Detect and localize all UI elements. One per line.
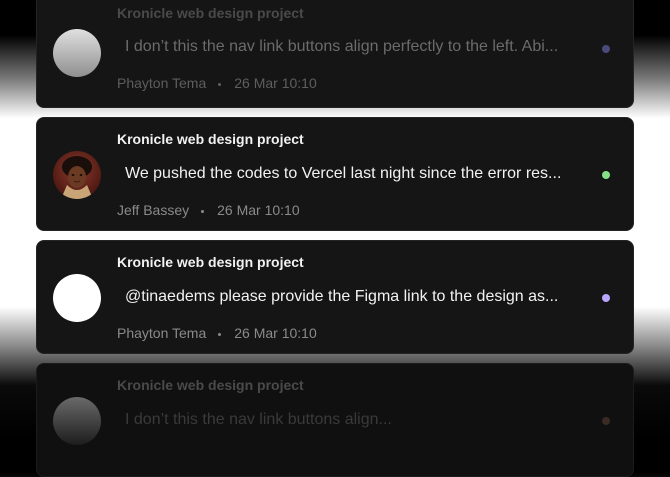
project-name: Kronicle web design project <box>117 254 304 270</box>
notification-card[interactable]: Kronicle web design project I don’t this… <box>36 363 634 477</box>
status-dot <box>602 294 610 302</box>
project-name: Kronicle web design project <box>117 131 304 147</box>
separator-dot <box>218 82 222 86</box>
message-meta: Phayton Tema 26 Mar 10:10 <box>117 325 317 341</box>
notification-card[interactable]: Kronicle web design project We pushed th… <box>36 117 634 231</box>
avatar <box>53 29 101 77</box>
notification-card[interactable]: Kronicle web design project I don’t this… <box>36 0 634 108</box>
avatar <box>53 151 101 199</box>
message-preview: @tinaedems please provide the Figma link… <box>125 288 559 305</box>
author-name: Jeff Bassey <box>117 202 190 218</box>
timestamp: 26 Mar 10:10 <box>217 202 300 218</box>
message-meta: Phayton Tema 26 Mar 10:10 <box>117 75 317 91</box>
project-name: Kronicle web design project <box>117 5 304 21</box>
status-dot <box>602 45 610 53</box>
project-name: Kronicle web design project <box>117 377 304 393</box>
author-name: Phayton Tema <box>117 325 207 341</box>
avatar-photo-icon <box>53 151 101 199</box>
avatar <box>53 274 101 322</box>
separator-dot <box>218 332 222 336</box>
message-meta: Jeff Bassey 26 Mar 10:10 <box>117 202 300 218</box>
timestamp: 26 Mar 10:10 <box>234 325 317 341</box>
separator-dot <box>201 209 205 213</box>
author-name: Phayton Tema <box>117 75 207 91</box>
status-dot <box>602 171 610 179</box>
status-dot <box>602 417 610 425</box>
message-preview: I don’t this the nav link buttons align.… <box>125 411 392 428</box>
message-preview: We pushed the codes to Vercel last night… <box>125 165 562 182</box>
message-preview: I don’t this the nav link buttons align … <box>125 38 559 55</box>
notification-card[interactable]: Kronicle web design project @tinaedems p… <box>36 240 634 354</box>
timestamp: 26 Mar 10:10 <box>234 75 317 91</box>
